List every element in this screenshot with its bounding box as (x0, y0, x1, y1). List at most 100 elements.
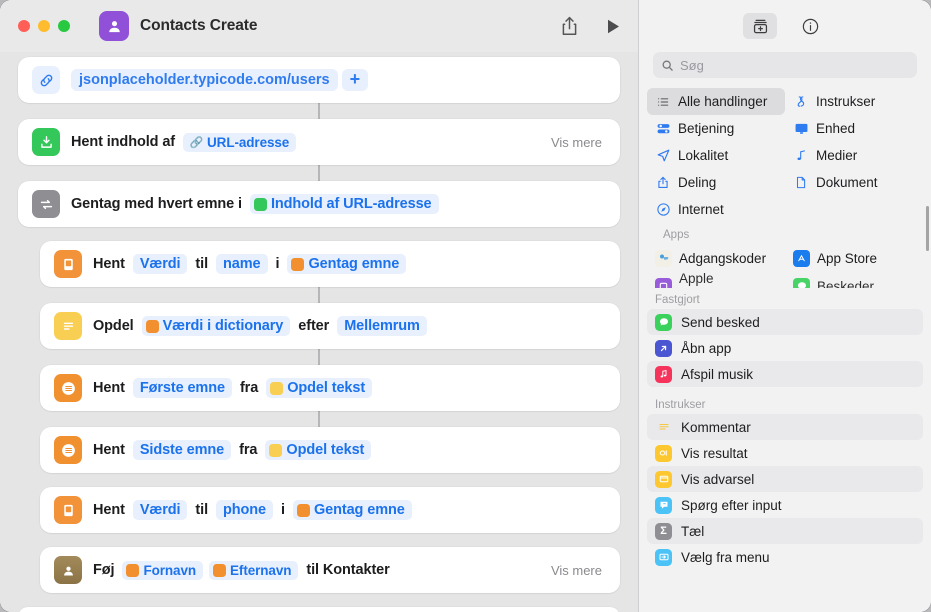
sidebar-item-betjening[interactable]: Betjening (647, 115, 785, 142)
sidebar-item-label: Alle handlinger (678, 94, 768, 109)
action-card-partial[interactable] (18, 607, 620, 612)
apps-grid: Adgangskoder App Store Apple Configurato… (647, 244, 923, 288)
search-field[interactable] (653, 52, 917, 78)
sidebar-item-deling[interactable]: Deling (647, 169, 785, 196)
share-icon[interactable] (558, 15, 580, 37)
action-label-til: til (195, 502, 209, 518)
action-card-url[interactable]: jsonplaceholder.typicode.com/users + (18, 57, 620, 103)
sidebar-item-beskeder[interactable]: Beskeder (785, 272, 923, 288)
messages-icon (793, 277, 810, 288)
token-efternavn[interactable]: Efternavn (209, 560, 299, 580)
music-note-icon (793, 148, 809, 163)
location-arrow-icon (655, 148, 671, 163)
action-card-split-text[interactable]: Opdel Værdi i dictionary efter Mellemrum (40, 303, 620, 349)
sidebar-scrollbar[interactable] (926, 206, 929, 251)
list-item-label: Åbn app (681, 340, 732, 356)
sidebar-item-label: Deling (678, 175, 717, 190)
list-item-vis-resultat[interactable]: Vis resultat (647, 440, 923, 466)
token-opdel-tekst[interactable]: Opdel tekst (266, 378, 373, 398)
token-label: Gentag emne (308, 256, 400, 272)
list-bullets-icon (655, 95, 671, 109)
sidebar-item-dokument[interactable]: Dokument (785, 169, 923, 196)
list-item-abn-app[interactable]: Åbn app (647, 335, 923, 361)
minimize-button[interactable] (38, 20, 50, 32)
token-fornavn[interactable]: Fornavn (122, 560, 204, 580)
token-gentag-emne[interactable]: Gentag emne (292, 500, 412, 520)
list-item-vaelg-fra-menu[interactable]: Vælg fra menu (647, 544, 923, 570)
action-label-efter: efter (298, 318, 330, 334)
action-card-get-value-name[interactable]: Hent Værdi til name i Gentag emne (40, 241, 620, 287)
action-text: Hent Sidste emne fra Opdel tekst (93, 440, 374, 460)
category-scroll-area[interactable]: Alle handlinger Instrukser Betjening Enh… (639, 88, 931, 288)
info-circle-icon[interactable] (793, 13, 827, 39)
workflow-canvas[interactable]: jsonplaceholder.typicode.com/users + Hen… (0, 52, 638, 612)
pinned-list: Send besked Åbn app Afspil musik (639, 309, 931, 387)
token-opdel-tekst[interactable]: Opdel tekst (265, 440, 372, 460)
list-item-sporg-efter-input[interactable]: Spørg efter input (647, 492, 923, 518)
list-item-afspil-musik[interactable]: Afspil musik (647, 361, 923, 387)
token-mellemrum[interactable]: Mellemrum (337, 316, 427, 336)
sidebar-item-enhed[interactable]: Enhed (785, 115, 923, 142)
list-item-kommentar[interactable]: Kommentar (647, 414, 923, 440)
action-card-repeat-with-each[interactable]: Gentag med hvert emne i Indhold af URL-a… (18, 181, 620, 227)
token-url-adresse[interactable]: 🔗 URL-adresse (183, 132, 297, 152)
list-item-send-besked[interactable]: Send besked (647, 309, 923, 335)
list-item-tael[interactable]: Σ Tæl (647, 518, 923, 544)
action-card-get-contents-of-url[interactable]: Hent indhold af 🔗 URL-adresse Vis mere (18, 119, 620, 165)
show-more-button[interactable]: Vis mere (551, 563, 602, 578)
token-key-name[interactable]: name (216, 254, 268, 274)
search-input[interactable] (680, 57, 909, 73)
passwords-icon (655, 249, 672, 267)
action-card-get-first-item[interactable]: Hent Første emne fra Opdel tekst (40, 365, 620, 411)
sidebar-item-label: Internet (678, 202, 724, 217)
list-item-vis-advarsel[interactable]: Vis advarsel (647, 466, 923, 492)
close-button[interactable] (18, 20, 30, 32)
link-icon (32, 66, 60, 94)
list-icon (54, 436, 82, 464)
section-header-fastgjort: Fastgjort (655, 294, 700, 306)
token-gentag-emne[interactable]: Gentag emne (287, 254, 407, 274)
list-item-label: Send besked (681, 314, 760, 330)
zoom-button[interactable] (58, 20, 70, 32)
sidebar-item-lokalitet[interactable]: Lokalitet (647, 142, 785, 169)
list-icon (54, 374, 82, 402)
show-more-button[interactable]: Vis mere (551, 135, 602, 150)
sidebar-item-apple-configurator[interactable]: Apple Configurator (647, 271, 785, 288)
sidebar-item-alle-handlinger[interactable]: Alle handlinger (647, 88, 785, 115)
ask-input-icon (655, 496, 672, 514)
action-card-add-to-contacts[interactable]: Føj Fornavn Efternavn til Kontakter Vis … (40, 547, 620, 593)
sidebar-item-app-store[interactable]: App Store (785, 244, 923, 272)
action-text: Føj Fornavn Efternavn til Kontakter (93, 560, 395, 580)
token-foerste-emne[interactable]: Første emne (132, 378, 232, 398)
add-url-button[interactable]: + (341, 69, 369, 91)
token-vaerdi-i-dictionary[interactable]: Værdi i dictionary (141, 316, 291, 336)
safari-compass-icon (655, 202, 671, 217)
action-label: Opdel (93, 318, 134, 334)
token-vaerdi[interactable]: Værdi (132, 254, 188, 274)
section-header-apps: Apps (663, 229, 690, 241)
choose-menu-icon (655, 548, 672, 566)
sidebar-item-internet[interactable]: Internet (647, 196, 785, 223)
actions-library-icon[interactable] (743, 13, 777, 39)
action-label-i: i (275, 256, 280, 272)
connector-line (318, 165, 320, 181)
action-label-i: i (281, 502, 285, 518)
token-indhold-af-url[interactable]: Indhold af URL-adresse (249, 194, 439, 214)
url-value[interactable]: jsonplaceholder.typicode.com/users (71, 69, 338, 91)
action-label-tail: til Kontakter (306, 562, 390, 578)
list-item-label: Afspil musik (681, 366, 754, 382)
sidebar-item-medier[interactable]: Medier (785, 142, 923, 169)
action-card-get-last-item[interactable]: Hent Sidste emne fra Opdel tekst (40, 427, 620, 473)
sidebar-item-adgangskoder[interactable]: Adgangskoder (647, 244, 785, 272)
token-key-phone[interactable]: phone (216, 500, 274, 520)
action-label: Hent (93, 442, 125, 458)
sidebar-item-label: Dokument (816, 175, 878, 190)
token-vaerdi[interactable]: Værdi (132, 500, 188, 520)
play-icon[interactable] (602, 15, 624, 37)
sidebar-item-instrukser[interactable]: Instrukser (785, 88, 923, 115)
token-sidste-emne[interactable]: Sidste emne (132, 440, 232, 460)
action-card-get-value-phone[interactable]: Hent Værdi til phone i Gentag emne (40, 487, 620, 533)
document-icon (793, 175, 809, 190)
